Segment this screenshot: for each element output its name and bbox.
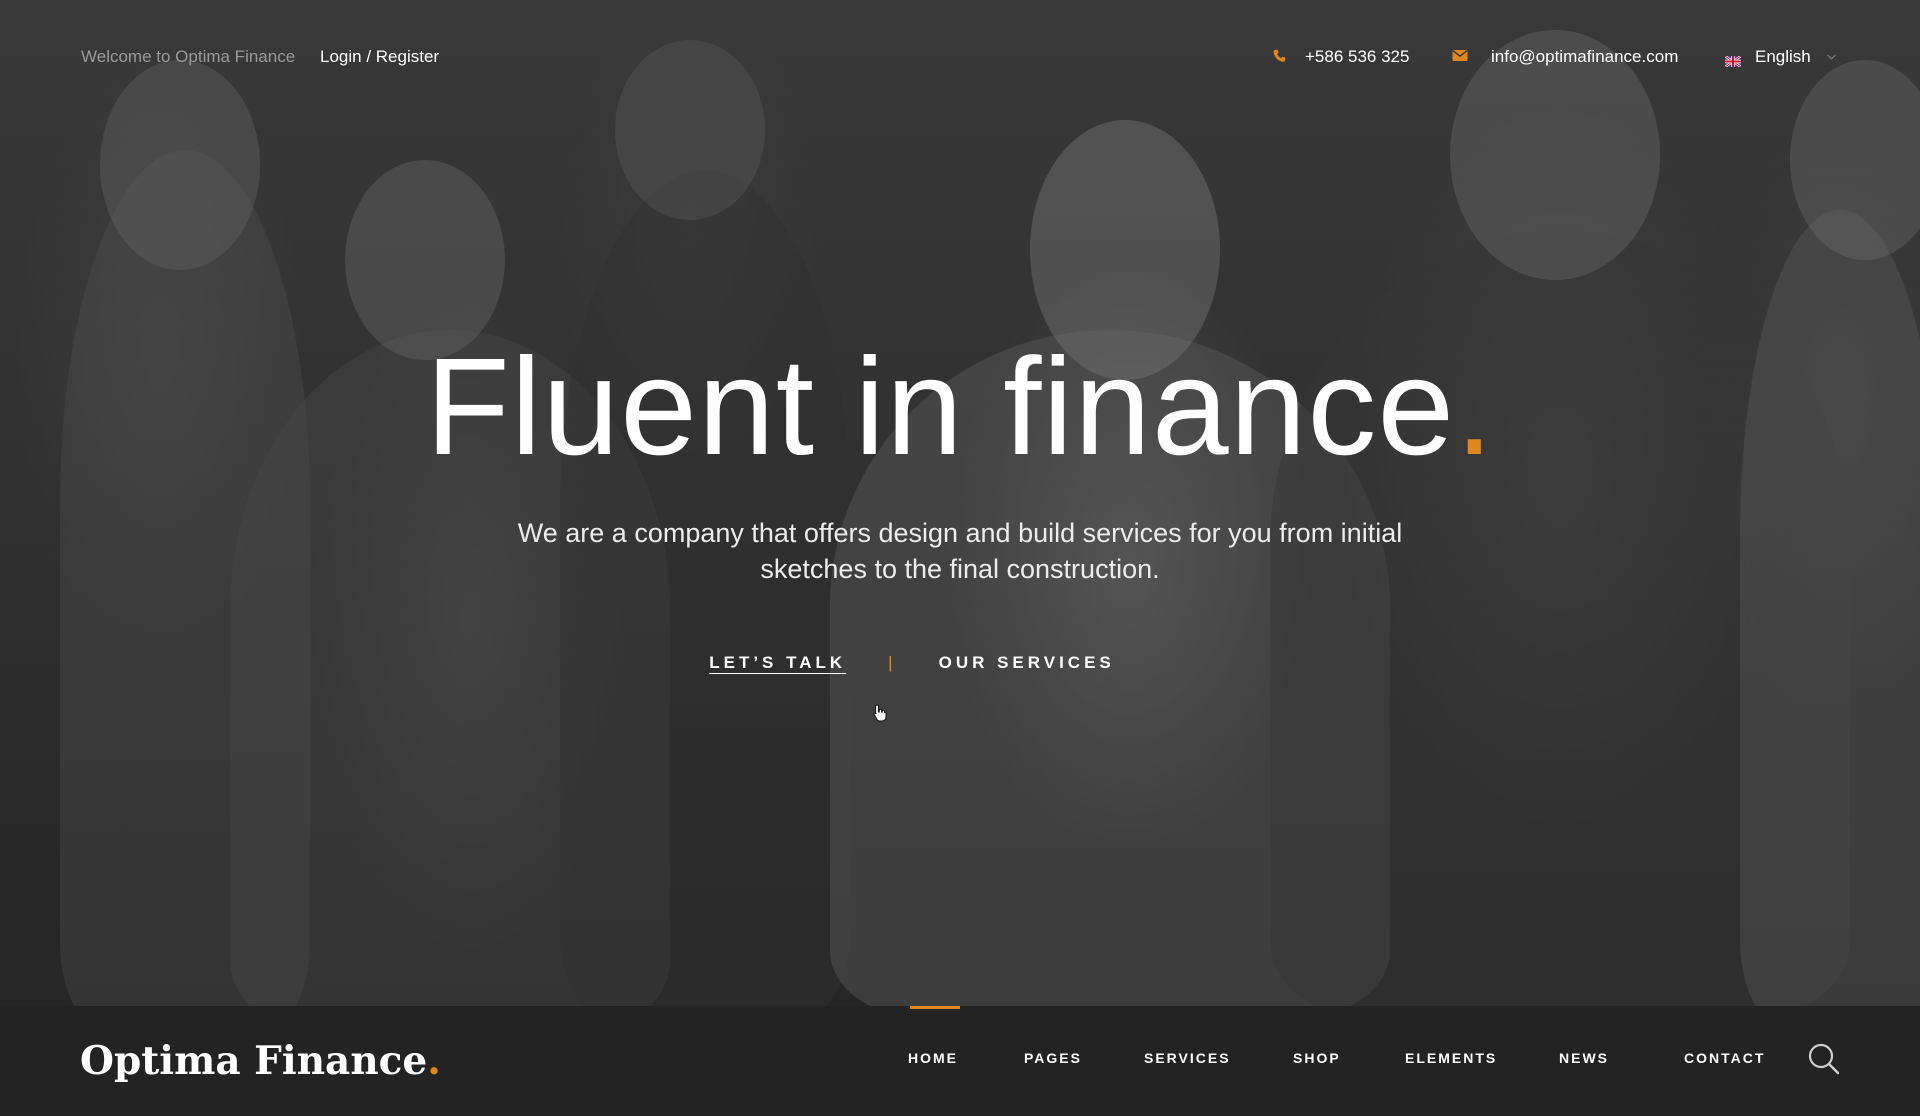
nav-services[interactable]: SERVICES (1144, 1050, 1231, 1066)
chevron-down-icon (1826, 51, 1836, 63)
nav-news[interactable]: NEWS (1559, 1050, 1609, 1066)
our-services-button[interactable]: OUR SERVICES (939, 653, 1115, 673)
nav-elements[interactable]: ELEMENTS (1405, 1050, 1497, 1066)
hero-subtitle: We are a company that offers design and … (517, 518, 1403, 584)
hero-headline: Fluent in finance. (0, 338, 1920, 476)
top-bar: Welcome to Optima Finance Login / Regist… (0, 0, 1920, 116)
email-address[interactable]: info@optimafinance.com (1491, 47, 1678, 67)
hero-cta-row: LET’S TALK | OUR SERVICES (0, 653, 1920, 673)
cta-separator: | (888, 653, 897, 672)
hero-background (0, 0, 1920, 1006)
main-menu: HOME PAGES SERVICES SHOP ELEMENTS NEWS C… (0, 1006, 1920, 1116)
lets-talk-button[interactable]: LET’S TALK (709, 653, 846, 673)
nav-pages[interactable]: PAGES (1024, 1050, 1082, 1066)
main-navbar: Optima Finance. HOME PAGES SERVICES SHOP… (0, 1006, 1920, 1116)
language-selector[interactable]: English (1724, 44, 1836, 70)
hero-overlay (0, 0, 1920, 1006)
nav-home[interactable]: HOME (908, 1050, 958, 1066)
login-register-link[interactable]: Login / Register (320, 47, 439, 67)
search-icon[interactable] (1807, 1042, 1841, 1076)
hero-headline-text: Fluent in finance (425, 330, 1456, 484)
nav-contact[interactable]: CONTACT (1684, 1050, 1765, 1066)
hand-cursor-icon (873, 704, 887, 727)
phone-number[interactable]: +586 536 325 (1305, 47, 1409, 67)
phone-icon (1273, 49, 1286, 68)
uk-flag-icon (1724, 52, 1742, 68)
mail-icon (1452, 49, 1468, 67)
hero-headline-dot: . (1455, 330, 1495, 484)
language-label: English (1755, 47, 1811, 66)
welcome-text: Welcome to Optima Finance (81, 47, 296, 66)
nav-shop[interactable]: SHOP (1293, 1050, 1341, 1066)
active-indicator (910, 1006, 960, 1009)
